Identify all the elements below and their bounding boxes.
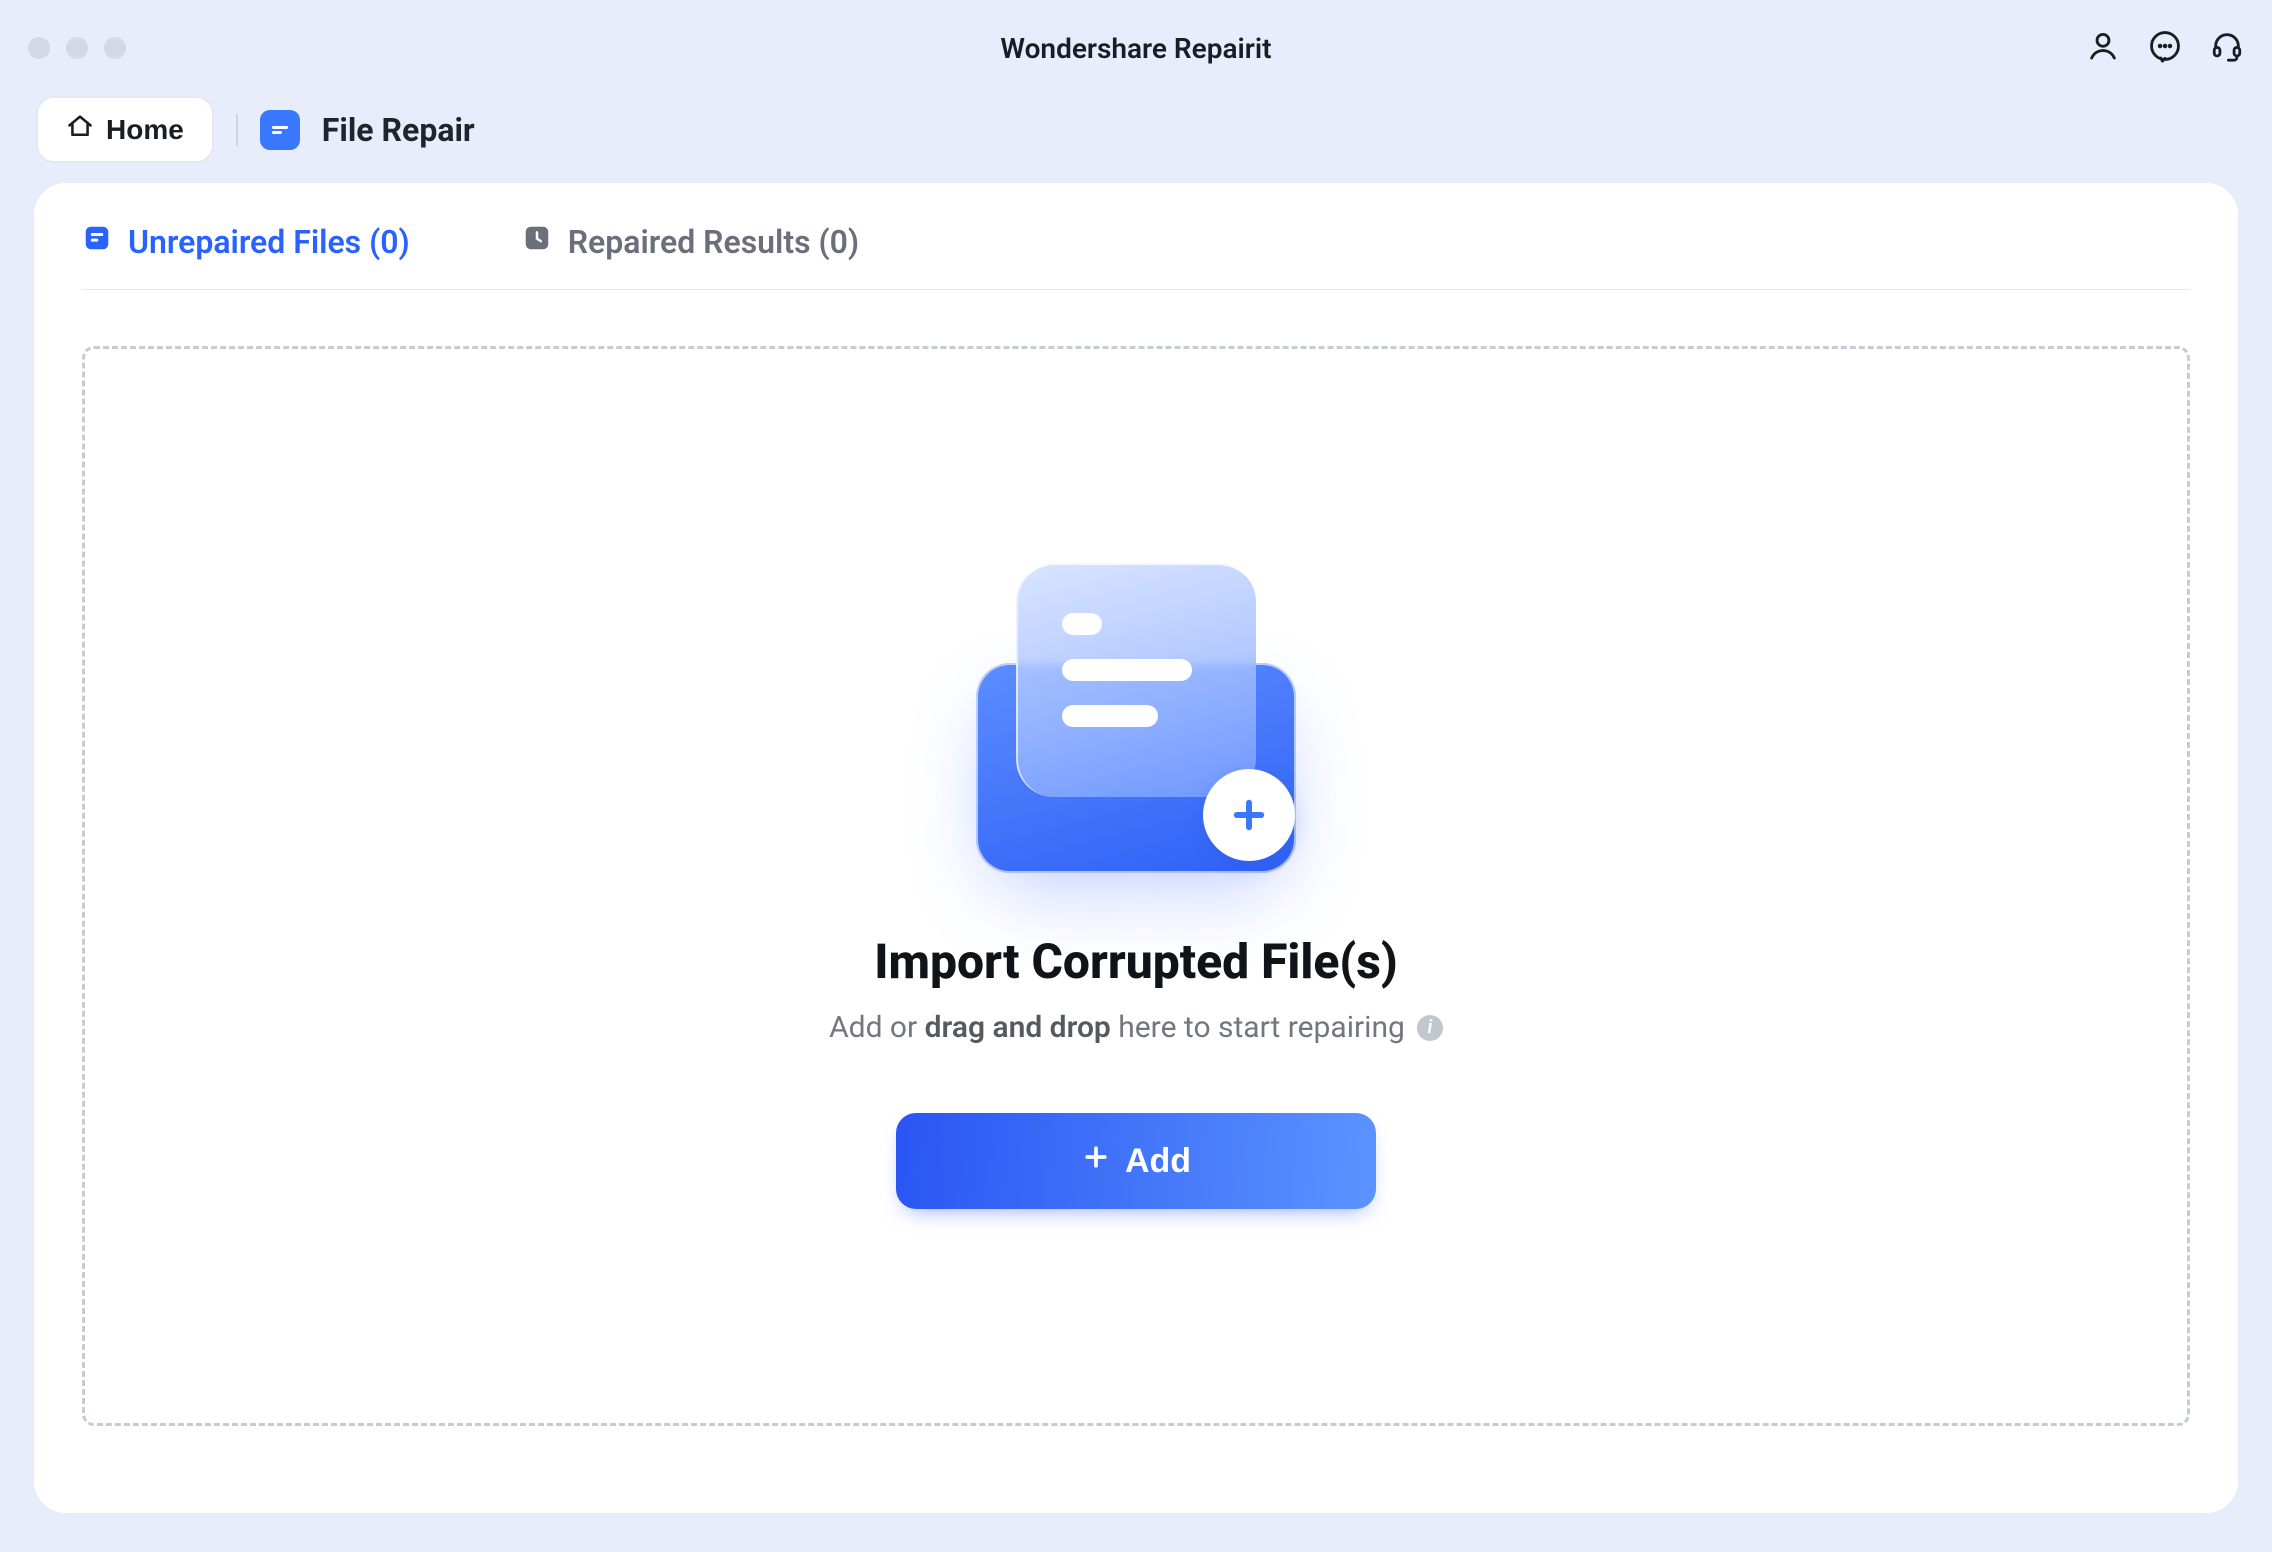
app-title: Wondershare Repairit: [0, 32, 2272, 65]
close-window-icon[interactable]: [28, 37, 50, 59]
account-icon[interactable]: [2086, 29, 2120, 67]
plus-badge-icon: [1203, 769, 1295, 861]
import-illustration: [971, 563, 1301, 873]
maximize-window-icon[interactable]: [104, 37, 126, 59]
plus-icon: [1081, 1142, 1111, 1181]
page-title: File Repair: [322, 111, 475, 149]
clock-icon: [522, 223, 552, 261]
import-heading: Import Corrupted File(s): [874, 933, 1398, 990]
file-repair-icon: [260, 110, 300, 150]
chat-icon[interactable]: [2148, 29, 2182, 67]
breadcrumb: Home File Repair: [0, 96, 2272, 183]
tabs: Unrepaired Files (0) Repaired Results (0…: [82, 223, 2190, 290]
window-controls: [28, 37, 126, 59]
tab-unrepaired-label: Unrepaired Files (0): [128, 223, 410, 261]
document-icon: [82, 223, 112, 261]
minimize-window-icon[interactable]: [66, 37, 88, 59]
tab-repaired-label: Repaired Results (0): [568, 223, 859, 261]
tab-repaired-results[interactable]: Repaired Results (0): [522, 223, 859, 261]
titlebar: Wondershare Repairit: [0, 0, 2272, 96]
dropzone[interactable]: Import Corrupted File(s) Add or drag and…: [82, 346, 2190, 1426]
headset-icon[interactable]: [2210, 29, 2244, 67]
info-icon[interactable]: i: [1417, 1015, 1443, 1041]
add-button-label: Add: [1125, 1142, 1191, 1181]
import-subtext: Add or drag and drop here to start repai…: [829, 1010, 1443, 1045]
home-button[interactable]: Home: [36, 96, 214, 163]
tab-unrepaired-files[interactable]: Unrepaired Files (0): [82, 223, 410, 261]
add-button[interactable]: Add: [896, 1113, 1376, 1209]
main-card: Unrepaired Files (0) Repaired Results (0…: [34, 183, 2238, 1513]
divider: [236, 114, 238, 146]
home-icon: [66, 112, 94, 147]
home-button-label: Home: [106, 114, 184, 146]
